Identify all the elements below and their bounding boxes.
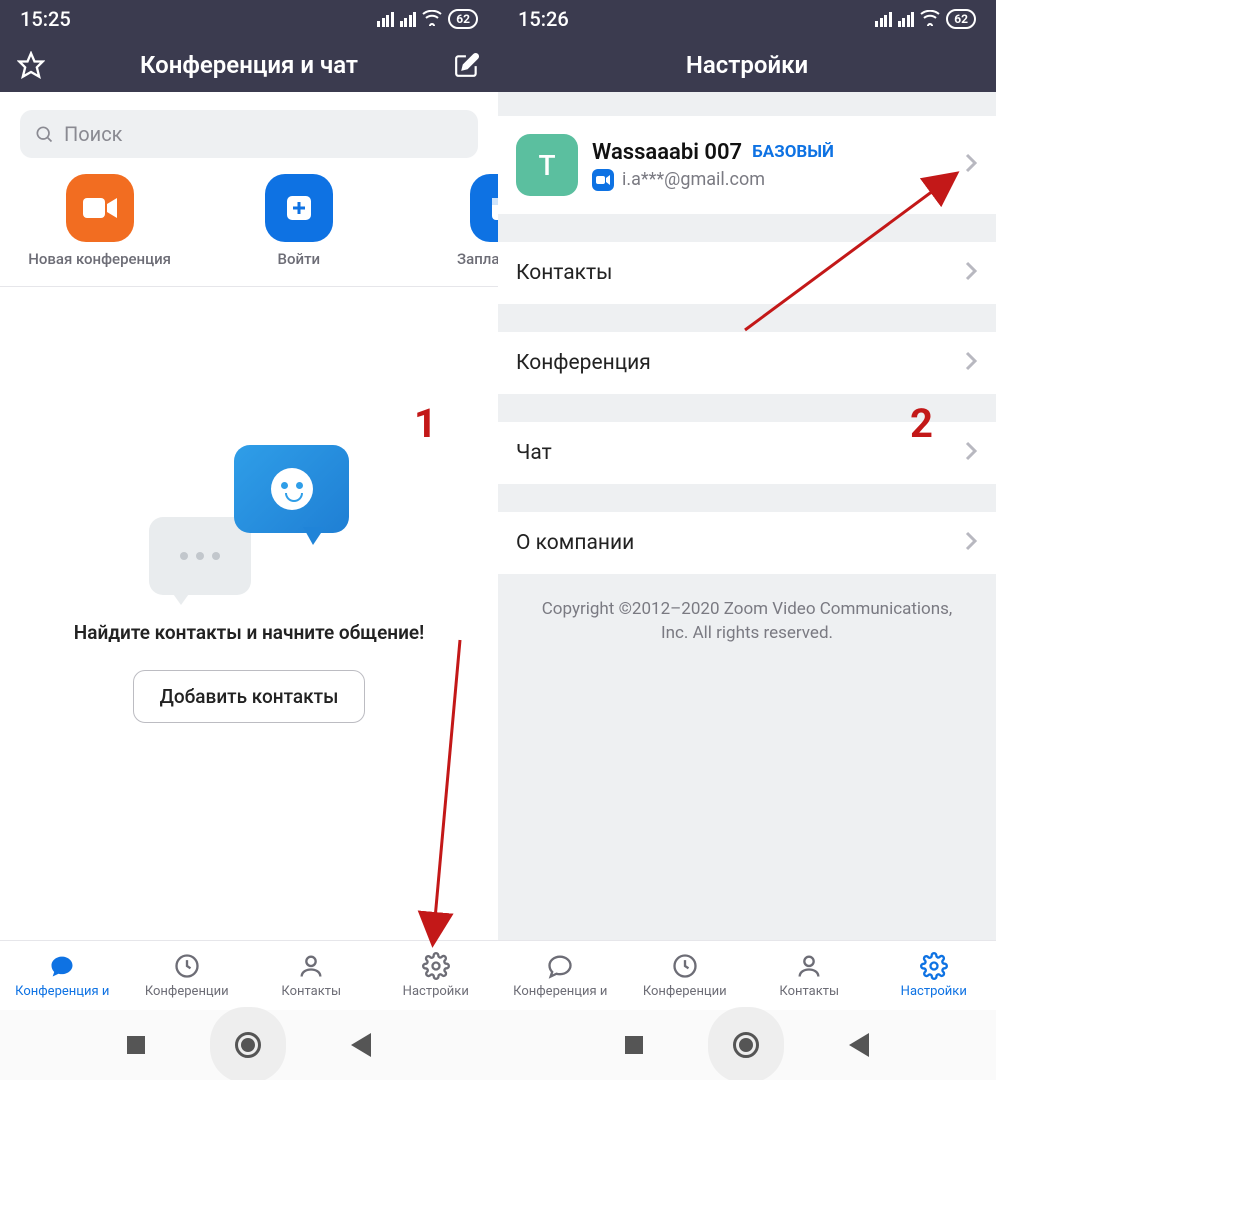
schedule-button[interactable]: Заплан [398, 174, 498, 268]
new-meeting-button[interactable]: Новая конференция [0, 174, 199, 268]
add-contacts-button[interactable]: Добавить контакты [133, 670, 366, 723]
join-button[interactable]: Войти [199, 174, 398, 268]
search-container [0, 92, 498, 170]
tab-label: Настройки [901, 984, 967, 999]
android-nav-bar [0, 1010, 498, 1080]
user-name: Wassaaabi 007 [592, 140, 742, 165]
screen-settings: 15:26 62 Настройки T Wassaaabi 007 БАЗОВ… [498, 0, 996, 1080]
chevron-right-icon [964, 260, 978, 286]
status-time: 15:25 [20, 7, 71, 31]
app-header: Настройки [498, 38, 996, 92]
tab-meetings[interactable]: Конференции [125, 941, 250, 1010]
annotation-number-2: 2 [910, 400, 933, 447]
gear-icon [920, 952, 948, 980]
tab-label: Конференции [643, 984, 727, 999]
tab-meetings[interactable]: Конференции [623, 941, 748, 1010]
empty-text: Найдите контакты и начните общение! [74, 621, 424, 644]
star-icon[interactable] [14, 48, 48, 82]
status-time: 15:26 [518, 7, 569, 31]
annotation-number-1: 1 [414, 400, 437, 447]
plus-icon [265, 174, 333, 242]
chat-icon [546, 952, 574, 980]
tab-label: Настройки [403, 984, 469, 999]
action-label: Новая конференция [28, 250, 171, 268]
action-label: Заплан [457, 250, 498, 268]
page-title: Конференция и чат [48, 51, 450, 79]
battery-indicator: 62 [448, 9, 478, 29]
chevron-right-icon [964, 350, 978, 376]
tab-settings[interactable]: Настройки [872, 941, 997, 1010]
tab-meet-and-chat[interactable]: Конференция и [498, 941, 623, 1010]
zoom-icon [592, 169, 614, 191]
wifi-icon [422, 7, 442, 31]
tab-contacts[interactable]: Контакты [249, 941, 374, 1010]
tab-contacts[interactable]: Контакты [747, 941, 872, 1010]
back-button[interactable] [849, 1033, 869, 1057]
clock-icon [173, 952, 201, 980]
android-nav-bar [498, 1010, 996, 1080]
home-button[interactable] [235, 1032, 261, 1058]
actions-row: Новая конференция Войти Заплан [0, 170, 498, 287]
chevron-right-icon [964, 152, 978, 178]
tab-label: Конференция и [513, 984, 607, 999]
battery-indicator: 62 [946, 9, 976, 29]
wifi-icon [920, 7, 940, 31]
home-button[interactable] [733, 1032, 759, 1058]
search-field[interactable] [64, 122, 464, 146]
chevron-right-icon [964, 440, 978, 466]
video-icon [66, 174, 134, 242]
signal-icon [400, 12, 417, 27]
plan-badge: БАЗОВЫЙ [752, 142, 834, 162]
contacts-icon [795, 952, 823, 980]
bottom-tabs: Конференция и Конференции Контакты Настр… [498, 940, 996, 1010]
tab-label: Конференция и [15, 984, 109, 999]
back-button[interactable] [351, 1033, 371, 1057]
signal-icon [377, 12, 394, 27]
status-bar: 15:26 62 [498, 0, 996, 38]
tab-meet-and-chat[interactable]: Конференция и [0, 941, 125, 1010]
settings-item-label: Конференция [516, 351, 651, 375]
settings-item-label: Чат [516, 441, 552, 465]
app-header: Конференция и чат [0, 38, 498, 92]
search-input[interactable] [20, 110, 478, 158]
tab-label: Конференции [145, 984, 229, 999]
page-title: Настройки [512, 51, 982, 79]
settings-item-about[interactable]: О компании [498, 512, 996, 574]
gear-icon [422, 952, 450, 980]
annotation-arrow-2 [735, 170, 965, 344]
settings-item-label: О компании [516, 531, 634, 555]
recent-apps-button[interactable] [127, 1036, 145, 1054]
action-label: Войти [278, 250, 321, 268]
chat-icon [48, 952, 76, 980]
chevron-right-icon [964, 530, 978, 556]
compose-icon[interactable] [450, 48, 484, 82]
signal-icon [898, 12, 915, 27]
search-icon [34, 124, 54, 144]
calendar-icon [470, 174, 498, 242]
copyright-text: Copyright ©2012–2020 Zoom Video Communic… [498, 574, 996, 670]
contacts-icon [297, 952, 325, 980]
signal-icon [875, 12, 892, 27]
annotation-arrow-1 [400, 640, 480, 954]
clock-icon [671, 952, 699, 980]
status-icons: 62 [377, 7, 478, 31]
status-icons: 62 [875, 7, 976, 31]
chat-illustration [149, 445, 349, 595]
recent-apps-button[interactable] [625, 1036, 643, 1054]
tab-label: Контакты [779, 984, 839, 999]
avatar: T [516, 134, 578, 196]
settings-item-label: Контакты [516, 261, 612, 285]
tab-label: Контакты [281, 984, 341, 999]
status-bar: 15:25 62 [0, 0, 498, 38]
